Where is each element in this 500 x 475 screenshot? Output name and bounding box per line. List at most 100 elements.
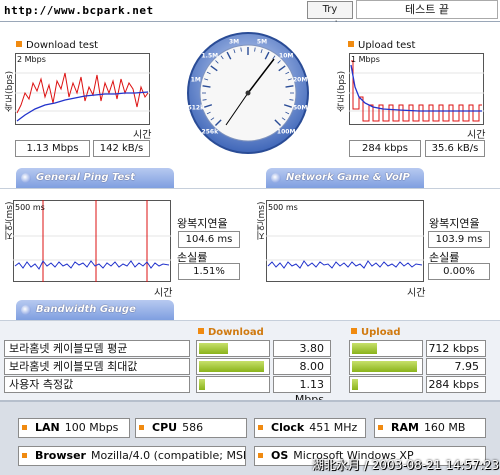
download-xlabel: 시간 xyxy=(133,130,152,141)
gauge-tick-label: 100M xyxy=(277,129,296,136)
game-loss-value: 0.00% xyxy=(428,263,490,280)
clock-value: 451 MHz xyxy=(309,421,358,434)
gauge-tick-label: 50M xyxy=(293,104,307,111)
ping-rtt-value: 104.6 ms xyxy=(178,231,240,248)
bw-upload-bar xyxy=(349,358,423,375)
download-title-text: Download test xyxy=(26,40,99,51)
cpu-label: CPU xyxy=(152,421,178,434)
bw-upload-value: 712 kbps xyxy=(426,340,486,357)
gauge-tick-label: 20M xyxy=(293,77,307,84)
upload-kbs-value: 35.6 kB/s xyxy=(425,140,485,157)
lan-label: LAN xyxy=(35,421,60,434)
browser-info: Browser Mozilla/4.0 (compatible; MSIE 6.0 xyxy=(18,446,246,466)
site-url[interactable]: http://www.bcpark.net xyxy=(4,4,154,17)
download-mbps-value: 1.13 Mbps xyxy=(15,140,90,157)
gauge-tick-label: 1.5M xyxy=(202,52,219,59)
ping-graph xyxy=(13,200,171,282)
ping-loss-value: 1.51% xyxy=(178,263,240,280)
cpu-value: 586 xyxy=(182,421,204,434)
clock-label: Clock xyxy=(271,421,305,434)
bullet-icon xyxy=(22,453,27,458)
bw-download-bar-fill xyxy=(199,361,264,372)
upload-xlabel: 시간 xyxy=(467,130,486,141)
bw-download-value: 8.00 Mbps xyxy=(273,358,331,388)
download-title: Download test xyxy=(16,40,98,51)
tab-bullet-icon xyxy=(271,173,281,183)
game-graph xyxy=(266,200,424,282)
upload-kbps-value: 284 kbps xyxy=(349,140,421,157)
browser-label: Browser xyxy=(35,449,86,462)
bw-upload-value: 7.95 Mbps xyxy=(426,358,486,388)
gauge-tick-label: 1M xyxy=(191,77,201,84)
bw-row-label: 보라홈넷 케이블모뎀 최대값 xyxy=(4,358,190,375)
lan-info: LAN 100 Mbps xyxy=(18,418,130,438)
bw-download-bar xyxy=(196,340,270,357)
bw-upload-title: Upload xyxy=(351,327,400,338)
gauge-tick-label: 10M xyxy=(279,52,293,59)
tab-general-ping-label: General Ping Test xyxy=(36,172,136,183)
bullet-icon xyxy=(139,425,144,430)
download-kbs-value: 142 kB/s xyxy=(93,140,150,157)
os-label: OS xyxy=(271,449,289,462)
ping-scale: 500 ms xyxy=(15,203,45,212)
ram-label: RAM xyxy=(391,421,419,434)
speed-test-window: http://www.bcpark.net Try again 테스트 끝 Do… xyxy=(0,0,500,475)
bullet-icon xyxy=(258,425,263,430)
bw-row-label: 사용자 측정값 xyxy=(4,376,190,393)
bullet-icon xyxy=(198,328,204,334)
bw-download-value: 1.13 Mbps xyxy=(273,376,331,406)
cpu-info: CPU 586 xyxy=(135,418,247,438)
bullet-icon xyxy=(16,41,22,47)
ping-xlabel: 시간 xyxy=(154,288,173,299)
tab-network-game-voip[interactable]: Network Game & VoIP Test xyxy=(266,168,424,203)
gauge-tick-label: 3M xyxy=(229,38,239,45)
bw-download-bar xyxy=(196,376,270,393)
game-rtt-label: 왕복지연율 xyxy=(429,217,480,230)
bw-upload-bar-fill xyxy=(352,343,377,354)
ram-info: RAM 160 MB xyxy=(374,418,486,438)
tab-general-ping[interactable]: General Ping Test xyxy=(16,168,174,188)
tab-bullet-icon xyxy=(21,305,31,315)
bw-upload-bar-fill xyxy=(352,361,417,372)
bw-download-title-text: Download xyxy=(208,327,264,338)
game-xlabel: 시간 xyxy=(407,288,426,299)
bw-upload-bar xyxy=(349,376,423,393)
tab-bandwidth-label: Bandwidth Gauge xyxy=(36,304,136,315)
bw-download-bar-fill xyxy=(199,343,228,354)
bw-row-label: 보라홈넷 케이블모뎀 평균 xyxy=(4,340,190,357)
upload-scale: 1 Mbps xyxy=(351,55,380,64)
bw-download-title: Download xyxy=(198,327,264,338)
tab-bullet-icon xyxy=(21,173,31,183)
ping-rtt-label: 왕복지연율 xyxy=(177,217,228,230)
upload-title-text: Upload test xyxy=(358,40,416,51)
ram-value: 160 MB xyxy=(423,421,466,434)
game-scale: 500 ms xyxy=(268,203,298,212)
tab-bandwidth-gauge[interactable]: Bandwidth Gauge xyxy=(16,300,174,320)
gauge-tick-label: 5M xyxy=(257,38,267,45)
gauge-hub xyxy=(245,90,251,96)
gauge-tick-label: 512k xyxy=(188,104,206,111)
bullet-icon xyxy=(258,453,263,458)
bw-download-value: 3.80 Mbps xyxy=(273,340,331,370)
lan-value: 100 Mbps xyxy=(64,421,119,434)
try-again-button[interactable]: Try again xyxy=(307,1,353,31)
bw-upload-value: 284 kbps xyxy=(426,376,486,393)
bullet-icon xyxy=(351,328,357,334)
bullet-icon xyxy=(348,41,354,47)
gauge-tick-label: 256k xyxy=(202,129,220,136)
bw-upload-bar-fill xyxy=(352,379,358,390)
bullet-icon xyxy=(378,425,383,430)
bw-upload-title-text: Upload xyxy=(361,327,401,338)
browser-value: Mozilla/4.0 (compatible; MSIE 6.0 xyxy=(90,449,246,462)
game-rtt-value: 103.9 ms xyxy=(428,231,490,248)
timestamp-watermark: 湖北水月 / 2003-08-21 14:57:23 xyxy=(312,458,500,472)
bw-download-bar-fill xyxy=(199,379,205,390)
upload-title: Upload test xyxy=(348,40,415,51)
upload-ylabel: 속도(bps) xyxy=(337,70,347,112)
clock-info: Clock 451 MHz xyxy=(254,418,366,438)
bullet-icon xyxy=(22,425,27,430)
bw-download-bar xyxy=(196,358,270,375)
test-status-field: 테스트 끝 xyxy=(356,0,498,19)
speed-gauge: 256k 512k 1M 1.5M 3M 5M 10M 20M 50M 100M xyxy=(187,32,309,154)
bw-upload-bar xyxy=(349,340,423,357)
